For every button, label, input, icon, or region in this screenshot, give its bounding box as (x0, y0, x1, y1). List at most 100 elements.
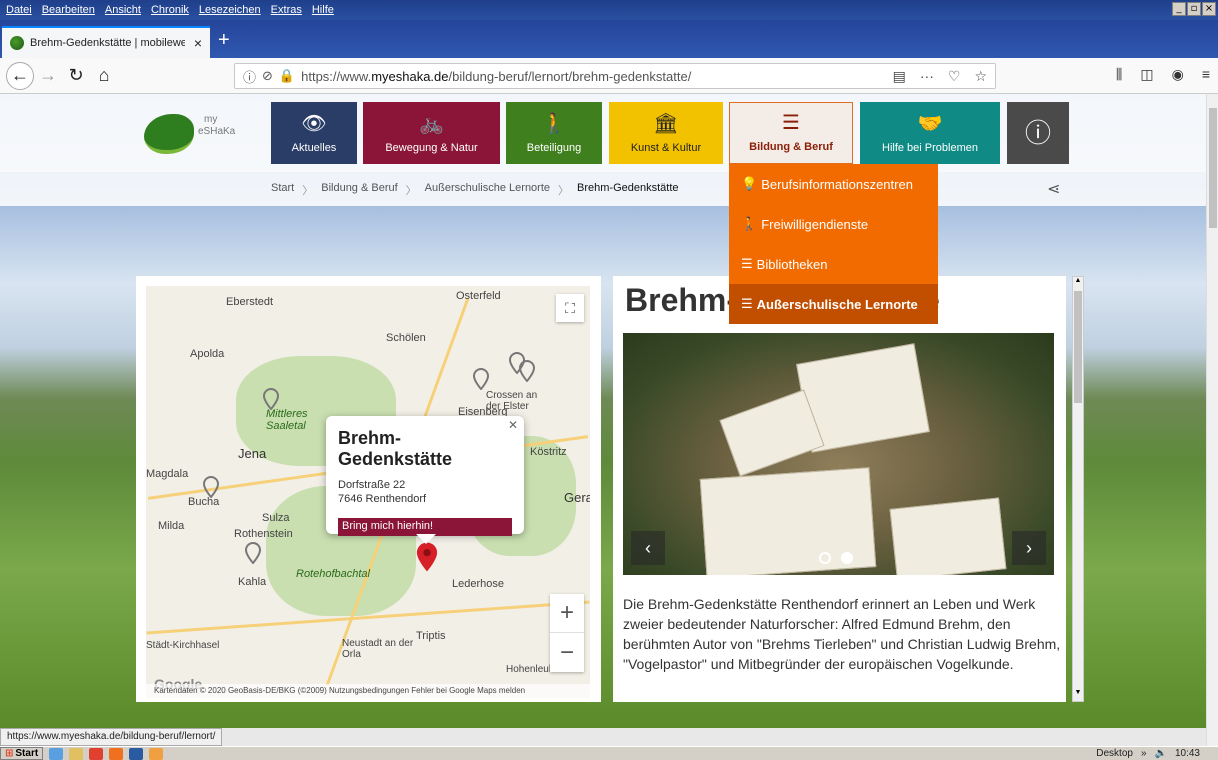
zoom-in-button[interactable]: + (550, 594, 584, 633)
menu-icon[interactable]: ≡ (1202, 66, 1210, 83)
account-icon[interactable]: ◉ (1172, 66, 1184, 83)
web-page: my eSHaKa 👁 Aktuelles 🚲 Bewegung & Natur… (0, 94, 1206, 728)
bookmark-star-icon[interactable]: ☆ (974, 68, 987, 85)
map-label: Jena (238, 446, 267, 461)
map-marker-icon[interactable] (518, 359, 536, 383)
folder-icon[interactable] (69, 747, 84, 760)
reload-icon[interactable]: ↻ (62, 62, 90, 90)
content-scrollbar[interactable]: ▲ ▼ (1072, 276, 1084, 702)
breadcrumb-start[interactable]: Start (271, 182, 294, 198)
map-attribution[interactable]: Kartendaten © 2020 GeoBasis-DE/BKG (©200… (146, 684, 590, 698)
menu-lesezeichen[interactable]: Lesezeichen (199, 4, 261, 16)
map-marker-icon[interactable] (472, 367, 490, 391)
breadcrumb-bildung-beruf[interactable]: Bildung & Beruf (321, 182, 397, 198)
pocket-icon[interactable]: ♡ (948, 68, 961, 85)
reader-view-icon[interactable]: ▤ (893, 68, 906, 85)
slider-next-icon[interactable]: › (1012, 531, 1046, 565)
slider-prev-icon[interactable]: ‹ (631, 531, 665, 565)
window-close-button[interactable]: × (1202, 2, 1216, 16)
map-label: Köstritz (530, 446, 567, 458)
firefox-icon[interactable] (109, 747, 124, 760)
menu-extras[interactable]: Extras (271, 4, 302, 16)
map-marker-icon[interactable] (262, 387, 280, 411)
nav-label: Bewegung & Natur (385, 142, 478, 154)
map-label: Lederhose (452, 578, 504, 590)
nav-tile-info[interactable]: ⓘ (1007, 102, 1069, 164)
nav-tile-aktuelles[interactable]: 👁 Aktuelles (271, 102, 357, 164)
clock: 10:43 (1174, 748, 1200, 759)
scroll-thumb[interactable] (1074, 291, 1082, 403)
map-label: Sulza (262, 512, 290, 524)
nav-tile-beteiligung[interactable]: 🚶 Beteiligung (506, 102, 602, 164)
word-icon[interactable] (129, 747, 144, 760)
logo-text-eshaka: eSHaKa (198, 126, 236, 137)
volume-icon[interactable]: 🔈 (1155, 748, 1167, 759)
nav-tile-bildung-beruf[interactable]: ☰ Bildung & Beruf (729, 102, 853, 164)
dropdown-item-berufsinformationszentren[interactable]: 💡 Berufsinformationszentren (729, 164, 938, 204)
back-arrow-icon[interactable]: ← (6, 61, 34, 90)
directions-button[interactable]: Bring mich hierhin! (338, 518, 512, 536)
page-scroll-thumb[interactable] (1209, 108, 1217, 228)
tab-close-icon[interactable]: × (194, 35, 202, 51)
home-icon[interactable]: ⌂ (90, 62, 118, 90)
nav-tile-kunst-kultur[interactable]: 🏛 Kunst & Kultur (609, 102, 723, 164)
menu-bearbeiten[interactable]: Bearbeiten (42, 4, 95, 16)
person-walking-icon: 🚶 (741, 216, 758, 231)
desktop-label[interactable]: Desktop (1096, 748, 1133, 759)
app-icon[interactable] (149, 747, 164, 760)
tracking-protection-icon[interactable]: ⊘ (262, 68, 273, 84)
page-actions-icon[interactable]: ··· (920, 68, 934, 85)
dropdown-item-ausserschulische-lernorte[interactable]: ☰ Außerschulische Lernorte (729, 284, 938, 324)
maximize-button[interactable]: ▫ (1187, 2, 1201, 16)
page-scrollbar[interactable] (1206, 94, 1218, 746)
map-marker-icon[interactable] (244, 541, 262, 565)
map-label: Neustadt an der Orla (342, 638, 414, 660)
info-icon[interactable]: ⓘ (243, 67, 256, 86)
browser-tab[interactable]: Brehm-Gedenkstätte | mobileweb × (2, 26, 210, 58)
minimize-button[interactable]: _ (1172, 2, 1186, 16)
navigation-bar: ← → ↻ ⌂ ⓘ ⊘ 🔒 https://www.myeshaka.de/bi… (0, 58, 1218, 94)
slider-dot[interactable] (819, 552, 831, 564)
dropdown-item-bibliotheken[interactable]: ☰ Bibliotheken (729, 244, 938, 284)
helping-hand-icon: 🤝 (917, 113, 943, 135)
site-logo[interactable]: my eSHaKa (142, 108, 236, 158)
menu-hilfe[interactable]: Hilfe (312, 4, 334, 16)
url-bar[interactable]: ⓘ ⊘ 🔒 https://www.myeshaka.de/bildung-be… (234, 63, 996, 89)
lock-icon[interactable]: 🔒 (279, 68, 295, 84)
google-map[interactable]: Eberstedt Osterfeld Schölen Apolda Mittl… (146, 286, 590, 698)
info-window-title: Brehm-Gedenkstätte (338, 428, 453, 469)
close-icon[interactable]: ✕ (508, 418, 518, 432)
dropdown-item-freiwilligendienste[interactable]: 🚶 Freiwilligendienste (729, 204, 938, 244)
nav-tile-bewegung-natur[interactable]: 🚲 Bewegung & Natur (363, 102, 500, 164)
address-street: Dorfstraße 22 (338, 479, 406, 491)
content-card: Brehm-Gedenkstätte ‹ › Die Brehm-Gedenks… (613, 276, 1066, 702)
bulb-icon: 💡 (741, 176, 758, 191)
forward-arrow-icon[interactable]: → (34, 62, 62, 90)
scroll-up-icon[interactable]: ▲ (1073, 277, 1083, 289)
zoom-out-button[interactable]: − (550, 633, 584, 672)
bicycle-icon: 🚲 (419, 113, 444, 135)
menu-ansicht[interactable]: Ansicht (105, 4, 141, 16)
scroll-down-icon[interactable]: ▼ (1073, 689, 1083, 701)
image-slider[interactable]: ‹ › (623, 333, 1054, 575)
tray-expand-icon[interactable]: » (1141, 748, 1147, 759)
url-text: https://www.myeshaka.de/bildung-beruf/le… (301, 68, 692, 84)
breadcrumb-lernorte[interactable]: Außerschulische Lernorte (425, 182, 550, 198)
map-card: Eberstedt Osterfeld Schölen Apolda Mittl… (136, 276, 601, 702)
menu-datei[interactable]: Datei (6, 4, 32, 16)
share-icon[interactable]: ⋖ (1047, 179, 1060, 199)
map-marker-icon[interactable] (202, 475, 220, 499)
system-tray: Desktop » 🔈 10:43 (1096, 748, 1218, 759)
book-illustration (719, 389, 825, 477)
fullscreen-icon[interactable]: ⛶ (556, 294, 584, 322)
ie-icon[interactable] (49, 747, 64, 760)
toolbar-right: ⫼ ◫ ◉ ≡ (1116, 66, 1210, 83)
start-button[interactable]: ⊞ Start (0, 747, 44, 760)
chrome-icon[interactable] (89, 747, 104, 760)
new-tab-button[interactable]: + (218, 30, 230, 50)
slider-dot-active[interactable] (841, 552, 853, 564)
nav-tile-hilfe-bei-problemen[interactable]: 🤝 Hilfe bei Problemen (860, 102, 1000, 164)
menu-chronik[interactable]: Chronik (151, 4, 189, 16)
sidebar-icon[interactable]: ◫ (1140, 66, 1153, 83)
library-icon[interactable]: ⫼ (1116, 66, 1122, 83)
